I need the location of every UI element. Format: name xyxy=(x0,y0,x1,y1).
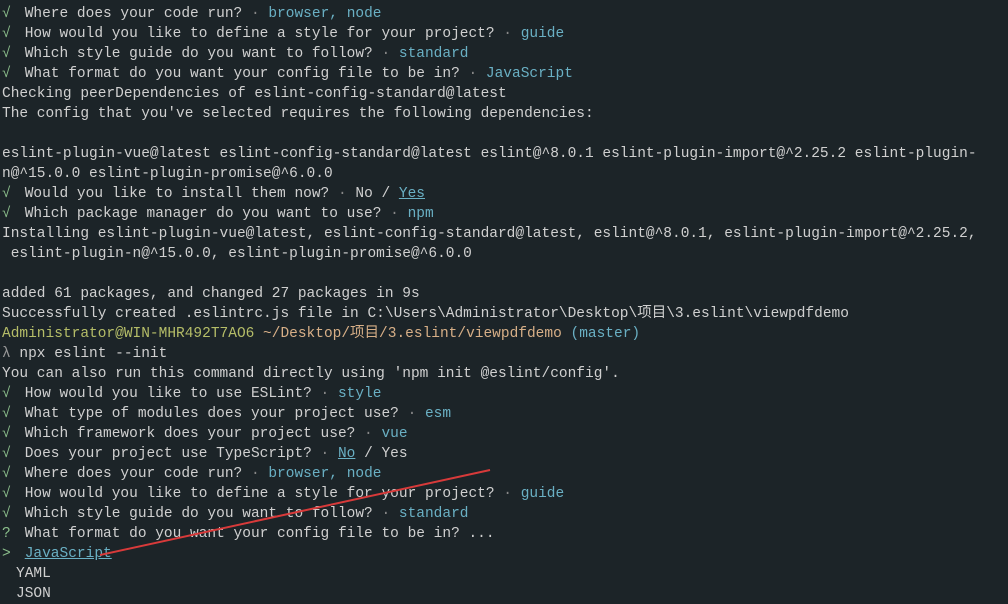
answer-javascript: JavaScript xyxy=(486,66,573,82)
select-option-javascript[interactable]: > JavaScript xyxy=(2,544,1006,564)
installing-msg-2: eslint-plugin-n@^15.0.0, eslint-plugin-p… xyxy=(2,244,1006,264)
command-text: npx eslint --init xyxy=(11,346,168,362)
answer-no: No xyxy=(338,446,355,462)
prompt-line-install-now: √ Would you like to install them now? · … xyxy=(2,184,1006,204)
prompt-line-style-define: √ How would you like to define a style f… xyxy=(2,24,1006,44)
blank-line xyxy=(2,264,1006,284)
prompt-line-modules: √ What type of modules does your project… xyxy=(2,404,1006,424)
question-text: Does your project use TypeScript? xyxy=(25,446,312,462)
deps-list-2: n@^15.0.0 eslint-plugin-promise@^6.0.0 xyxy=(2,164,1006,184)
question-text: Which style guide do you want to follow? xyxy=(25,46,373,62)
answer-guide: guide xyxy=(521,486,565,502)
answer-no: No xyxy=(355,186,372,202)
prompt-path: ~/Desktop/项目/3.eslint/viewpdfdemo xyxy=(254,326,570,342)
blank-line xyxy=(2,124,1006,144)
question-text: Would you like to install them now? xyxy=(25,186,330,202)
answer-npm: npm xyxy=(408,206,434,222)
check-icon: √ xyxy=(2,504,16,524)
prompt-line-style-which-2: √ Which style guide do you want to follo… xyxy=(2,504,1006,524)
prompt-user: Administrator@WIN-MHR492T7AO6 xyxy=(2,326,254,342)
check-icon: √ xyxy=(2,24,16,44)
question-text: What type of modules does your project u… xyxy=(25,406,399,422)
shell-prompt: Administrator@WIN-MHR492T7AO6 ~/Desktop/… xyxy=(2,324,1006,344)
select-option-json[interactable]: JSON xyxy=(2,584,1006,604)
question-text: What format do you want your config file… xyxy=(25,66,460,82)
option-label: JavaScript xyxy=(25,546,112,562)
answer-yes: Yes xyxy=(381,446,407,462)
answer-standard: standard xyxy=(399,506,469,522)
select-option-yaml[interactable]: YAML xyxy=(2,564,1006,584)
check-icon: √ xyxy=(2,444,16,464)
added-packages-msg: added 61 packages, and changed 27 packag… xyxy=(2,284,1006,304)
check-icon: √ xyxy=(2,464,16,484)
answer-node: node xyxy=(347,6,382,22)
check-icon: √ xyxy=(2,184,16,204)
prompt-line-format: √ What format do you want your config fi… xyxy=(2,64,1006,84)
check-icon: √ xyxy=(2,404,16,424)
check-icon: √ xyxy=(2,424,16,444)
question-text: How would you like to define a style for… xyxy=(25,486,495,502)
question-text: Which style guide do you want to follow? xyxy=(25,506,373,522)
check-icon: √ xyxy=(2,4,16,24)
success-created-msg: Successfully created .eslintrc.js file i… xyxy=(2,304,1006,324)
command-line[interactable]: λ npx eslint --init xyxy=(2,344,1006,364)
question-text: How would you like to use ESLint? xyxy=(25,386,312,402)
pointer-icon: > xyxy=(2,544,16,564)
question-icon: ? xyxy=(2,524,16,544)
prompt-line-typescript: √ Does your project use TypeScript? · No… xyxy=(2,444,1006,464)
check-icon: √ xyxy=(2,64,16,84)
question-text: Which package manager do you want to use… xyxy=(25,206,382,222)
answer-yes: Yes xyxy=(399,186,425,202)
question-text: Where does your code run? xyxy=(25,466,243,482)
prompt-line-format-open: ? What format do you want your config fi… xyxy=(2,524,1006,544)
prompt-branch: (master) xyxy=(571,326,641,342)
answer-node: node xyxy=(347,466,382,482)
prompt-line-framework: √ Which framework does your project use?… xyxy=(2,424,1006,444)
installing-msg-1: Installing eslint-plugin-vue@latest, esl… xyxy=(2,224,1006,244)
question-text: Which framework does your project use? xyxy=(25,426,356,442)
can-also-run-msg: You can also run this command directly u… xyxy=(2,364,1006,384)
config-selected-msg: The config that you've selected requires… xyxy=(2,104,1006,124)
option-label: YAML xyxy=(16,566,51,582)
answer-style: style xyxy=(338,386,382,402)
prompt-line-style-define-2: √ How would you like to define a style f… xyxy=(2,484,1006,504)
prompt-line-pkg-manager: √ Which package manager do you want to u… xyxy=(2,204,1006,224)
answer-browser: browser xyxy=(268,6,329,22)
prompt-line-run-where-2: √ Where does your code run? · browser, n… xyxy=(2,464,1006,484)
check-icon: √ xyxy=(2,484,16,504)
question-text: Where does your code run? xyxy=(25,6,243,22)
question-text: What format do you want your config file… xyxy=(25,526,495,542)
prompt-line-style-which: √ Which style guide do you want to follo… xyxy=(2,44,1006,64)
answer-vue: vue xyxy=(381,426,407,442)
answer-standard: standard xyxy=(399,46,469,62)
answer-browser: browser xyxy=(268,466,329,482)
lambda-icon: λ xyxy=(2,346,11,362)
deps-list-1: eslint-plugin-vue@latest eslint-config-s… xyxy=(2,144,1006,164)
prompt-line-use-eslint: √ How would you like to use ESLint? · st… xyxy=(2,384,1006,404)
answer-guide: guide xyxy=(521,26,565,42)
check-icon: √ xyxy=(2,384,16,404)
question-text: How would you like to define a style for… xyxy=(25,26,495,42)
check-icon: √ xyxy=(2,204,16,224)
check-icon: √ xyxy=(2,44,16,64)
answer-esm: esm xyxy=(425,406,451,422)
checking-peer-deps: Checking peerDependencies of eslint-conf… xyxy=(2,84,1006,104)
prompt-line-run-where: √ Where does your code run? · browser, n… xyxy=(2,4,1006,24)
